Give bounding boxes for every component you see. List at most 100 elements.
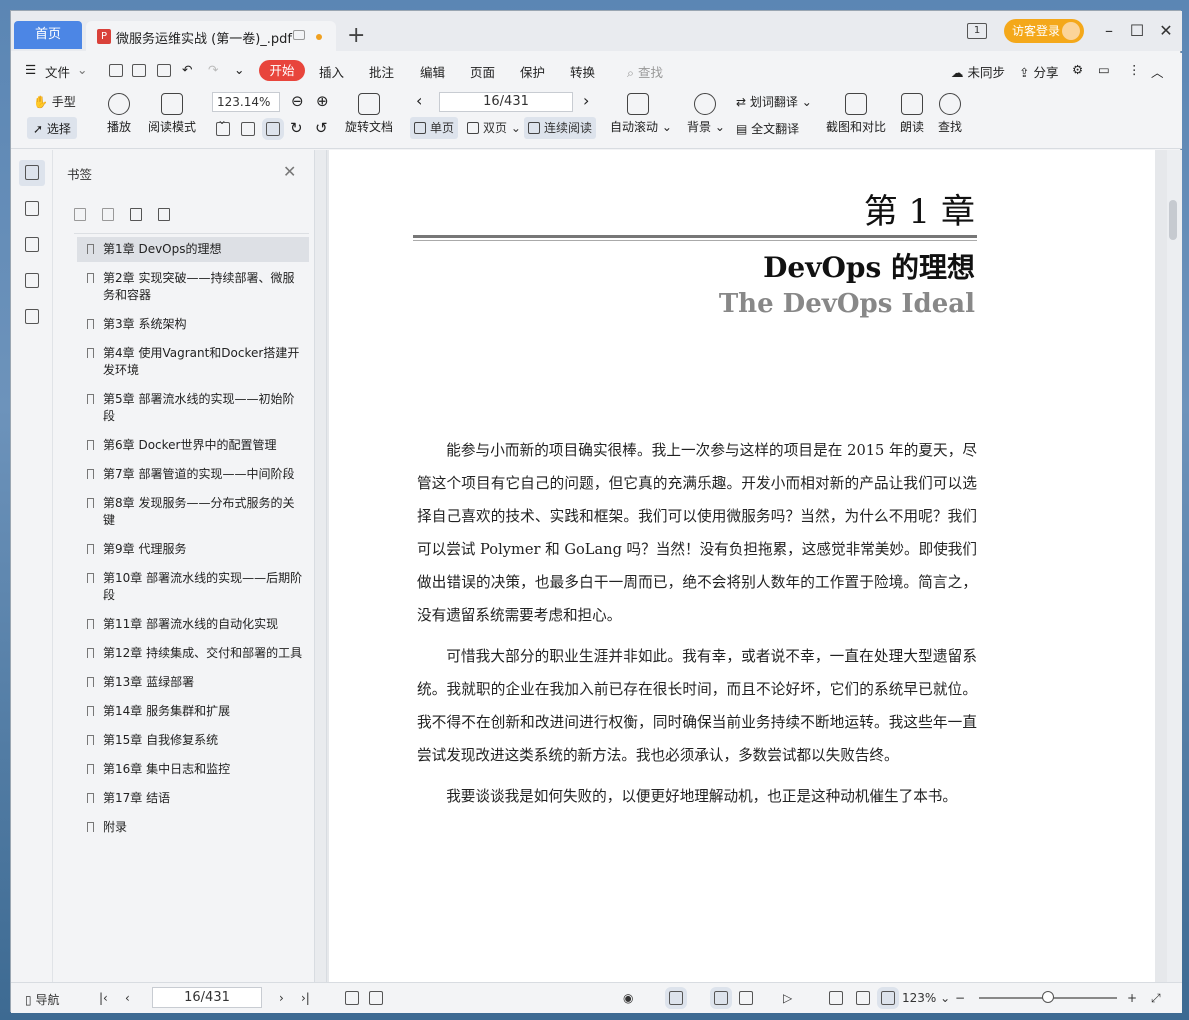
status-page-input[interactable]: 16/431 — [152, 987, 262, 1008]
print-icon[interactable] — [157, 64, 171, 77]
bookmark-item[interactable]: 第9章 代理服务 — [77, 537, 309, 562]
page-menu[interactable]: 页面 — [470, 62, 495, 81]
zoom-out-icon[interactable]: ⊖ — [291, 92, 304, 110]
select-tool[interactable]: ➚ 选择 — [33, 120, 71, 137]
tab-window-icon[interactable] — [293, 30, 305, 40]
share-button[interactable]: ⇪ 分享 — [1019, 62, 1058, 81]
bookmark-item[interactable]: 第1章 DevOps的理想 — [77, 237, 309, 262]
comment-menu[interactable]: 批注 — [369, 62, 394, 81]
first-page-icon[interactable]: |‹ — [99, 991, 108, 1005]
undo-icon[interactable]: ↶ — [182, 62, 192, 77]
bookmark-item[interactable]: 第16章 集中日志和监控 — [77, 757, 309, 782]
bookmark-item[interactable]: 第17章 结语 — [77, 786, 309, 811]
page-number-input[interactable]: 16/431 — [439, 92, 573, 112]
insert-menu[interactable]: 插入 — [319, 62, 344, 81]
menu-search[interactable]: ⌕ 查找 — [627, 62, 663, 81]
quick-access-dropdown-icon[interactable]: ⌄ — [234, 62, 244, 77]
bookmark-item[interactable]: 第13章 蓝绿部署 — [77, 670, 309, 695]
sync-status[interactable]: ☁ 未同步 — [951, 62, 1005, 81]
bookmark-item[interactable]: 第8章 发现服务——分布式服务的关键 — [77, 491, 309, 533]
fit-width-status-icon[interactable] — [877, 987, 899, 1009]
remove-bookmark-icon[interactable] — [102, 208, 114, 221]
actual-size-status-icon[interactable] — [829, 991, 843, 1005]
bookmark-item[interactable]: 第14章 服务集群和扩展 — [77, 699, 309, 724]
open-folder-icon[interactable] — [109, 64, 123, 77]
add-bookmark-icon[interactable] — [74, 208, 86, 221]
bookmark-panel-button[interactable] — [19, 160, 45, 186]
feedback-icon[interactable]: ▭ — [1098, 62, 1110, 77]
start-menu[interactable]: 开始 — [259, 60, 305, 81]
file-menu[interactable]: 文件 — [45, 62, 70, 81]
zoom-slider[interactable] — [979, 991, 1117, 1003]
window-layout-icon[interactable]: 1 — [967, 23, 987, 39]
expand-bookmark-icon[interactable] — [130, 208, 142, 221]
fit-width-icon[interactable] — [262, 118, 284, 140]
play-button[interactable]: 播放 — [107, 93, 131, 135]
zoom-in-status-icon[interactable]: + — [1127, 991, 1137, 1005]
bookmark-item[interactable]: 第7章 部署管道的实现——中间阶段 — [77, 462, 309, 487]
zoom-combo[interactable]: 123.14% ⌄ — [212, 92, 280, 127]
bookmark-item[interactable]: 第5章 部署流水线的实现——初始阶段 — [77, 387, 309, 429]
vertical-scrollbar[interactable] — [1167, 150, 1182, 982]
attachment-panel-button[interactable] — [19, 268, 45, 294]
scrollbar-thumb[interactable] — [1169, 200, 1177, 240]
slideshow-icon[interactable]: ▷ — [783, 991, 792, 1005]
minimize-button[interactable]: – — [1099, 21, 1119, 41]
navigation-toggle[interactable]: ▯ 导航 — [25, 991, 59, 1008]
continuous-reading-button[interactable]: 连续阅读 — [524, 117, 597, 139]
continuous-view-icon[interactable] — [665, 987, 687, 1009]
bookmark-item[interactable]: 第15章 自我修复系统 — [77, 728, 309, 753]
word-translate-button[interactable]: ⇄ 划词翻译 ⌄ — [736, 93, 812, 110]
signature-panel-button[interactable] — [19, 304, 45, 330]
thumbnail-panel-button[interactable] — [19, 196, 45, 222]
single-page-button[interactable]: 单页 — [410, 117, 459, 139]
close-panel-icon[interactable]: ✕ — [283, 162, 296, 181]
hand-tool[interactable]: ✋ 手型 — [33, 93, 76, 110]
read-aloud-button[interactable]: 朗读 — [899, 93, 925, 135]
find-button[interactable]: 查找 — [937, 93, 963, 135]
chevron-down-icon[interactable]: ⌄ — [77, 62, 87, 77]
maximize-button[interactable]: ☐ — [1127, 21, 1147, 41]
bookmark-item[interactable]: 第6章 Docker世界中的配置管理 — [77, 433, 309, 458]
bookmark-item[interactable]: 第12章 持续集成、交付和部署的工具 — [77, 641, 309, 666]
redo-icon[interactable]: ↷ — [208, 62, 218, 77]
zoom-slider-knob[interactable] — [1042, 991, 1054, 1003]
protect-menu[interactable]: 保护 — [520, 62, 545, 81]
rotate-document-button[interactable]: 旋转文档 — [344, 93, 394, 135]
single-view-icon[interactable] — [710, 987, 732, 1009]
bookmark-item[interactable]: 第11章 部署流水线的自动化实现 — [77, 612, 309, 637]
zoom-in-icon[interactable]: ⊕ — [316, 92, 329, 110]
convert-menu[interactable]: 转换 — [570, 62, 595, 81]
next-page-icon[interactable]: › — [583, 91, 589, 110]
background-button[interactable]: 背景 ⌄ — [687, 93, 725, 135]
fit-page-status-icon[interactable] — [856, 991, 870, 1005]
read-mode-button[interactable]: 阅读模式 — [147, 93, 197, 135]
new-tab-button[interactable]: + — [347, 23, 365, 48]
panel-splitter[interactable] — [314, 150, 327, 982]
last-page-icon[interactable]: ›| — [301, 991, 310, 1005]
document-tab[interactable]: P 微服务运维实战 (第一卷)_.pdf — [86, 21, 336, 51]
forward-icon[interactable] — [369, 991, 383, 1005]
rotate-right-icon[interactable]: ↺ — [315, 119, 328, 137]
close-window-button[interactable]: ✕ — [1156, 21, 1176, 41]
collapse-ribbon-icon[interactable]: ︿ — [1151, 62, 1164, 81]
fullscreen-icon[interactable]: ⤢ — [1151, 991, 1161, 1006]
bookmark-item[interactable]: 第3章 系统架构 — [77, 312, 309, 337]
zoom-out-status-icon[interactable]: − — [955, 991, 965, 1005]
rotate-left-icon[interactable]: ↻ — [290, 119, 303, 137]
previous-page-icon[interactable]: ‹ — [416, 91, 422, 110]
zoom-level[interactable]: 123% ⌄ — [902, 991, 950, 1005]
screenshot-compare-button[interactable]: 截图和对比 — [825, 93, 887, 135]
edit-menu[interactable]: 编辑 — [420, 62, 445, 81]
eye-protection-icon[interactable]: ◉ — [623, 991, 633, 1005]
back-icon[interactable] — [345, 991, 359, 1005]
bookmark-item[interactable]: 附录 — [77, 815, 309, 840]
home-tab[interactable]: 首页 — [14, 21, 82, 49]
collapse-bookmark-icon[interactable] — [158, 208, 170, 221]
hamburger-menu-icon[interactable]: ☰ — [25, 62, 36, 77]
next-page-status-icon[interactable]: › — [279, 991, 284, 1005]
prev-page-icon[interactable]: ‹ — [125, 991, 130, 1005]
bookmark-item[interactable]: 第2章 实现突破——持续部署、微服务和容器 — [77, 266, 309, 308]
double-page-button[interactable]: 双页 ⌄ — [463, 117, 521, 139]
bookmark-item[interactable]: 第4章 使用Vagrant和Docker搭建开发环境 — [77, 341, 309, 383]
